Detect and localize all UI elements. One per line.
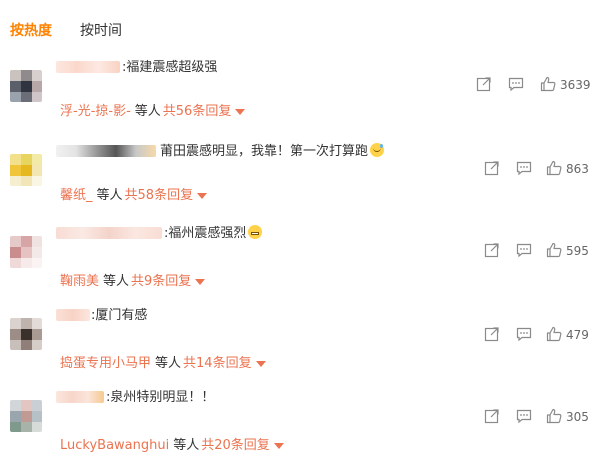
commenter-name-blurred[interactable] [56, 61, 120, 73]
tab-sort-by-hot[interactable]: 按热度 [10, 20, 52, 40]
avatar[interactable] [10, 70, 42, 102]
comment-text: :福州震感强烈 [164, 222, 263, 241]
comment-icon[interactable] [516, 408, 534, 426]
commenter-name-blurred[interactable] [56, 309, 90, 321]
comment-text: :福建震感超级强 [122, 60, 218, 75]
share-icon[interactable] [484, 242, 502, 260]
comment-icon[interactable] [516, 326, 534, 344]
tab-sort-by-time[interactable]: 按时间 [80, 20, 122, 40]
comment-icon[interactable] [508, 76, 526, 94]
comment-item: :福建震感超级强 浮-光-掠-影- 等人 共56条回复 3639 [0, 58, 600, 138]
reply-count-link[interactable]: 共20条回复 [201, 438, 270, 453]
reply-count-link[interactable]: 共9条回复 [131, 274, 191, 289]
reply-summary: 捣蛋专用小马甲 等人 共14条回复 [60, 352, 266, 371]
chevron-down-icon[interactable] [255, 360, 266, 367]
reply-summary: LuckyBawanghui 等人 共20条回复 [60, 434, 284, 453]
reply-user-link[interactable]: 浮-光-掠-影- [60, 104, 131, 119]
comment-text-content: :福州震感强烈 [164, 226, 247, 241]
reply-summary: 浮-光-掠-影- 等人 共56条回复 [60, 100, 246, 119]
reply-separator: 等人 [173, 438, 200, 453]
thumbs-up-icon[interactable] [546, 408, 564, 426]
thumbs-up-icon[interactable] [546, 242, 564, 260]
commenter-name-blurred[interactable] [56, 391, 104, 403]
chevron-down-icon[interactable] [197, 192, 208, 199]
like-count: 479 [566, 328, 589, 342]
avatar[interactable] [10, 154, 42, 186]
thumbs-up-icon[interactable] [540, 76, 558, 94]
reply-separator: 等人 [103, 274, 130, 289]
share-icon[interactable] [484, 326, 502, 344]
comment-text: :泉州特别明显！！ [106, 390, 215, 405]
reply-separator: 等人 [134, 104, 161, 119]
reply-summary: 馨纸_ 等人 共58条回复 [60, 184, 208, 203]
reply-count-link[interactable]: 共14条回复 [183, 356, 252, 371]
like-count: 305 [566, 410, 589, 424]
commenter-name-blurred[interactable] [56, 227, 162, 239]
share-icon[interactable] [484, 408, 502, 426]
comment-text-content: 莆田震感明显，我靠！第一次打算跑 [160, 144, 369, 159]
chevron-down-icon[interactable] [195, 278, 206, 285]
reply-count-link[interactable]: 共58条回复 [125, 188, 194, 203]
comment-icon[interactable] [516, 242, 534, 260]
sweat-face-icon [370, 143, 385, 157]
comment-text: 莆田震感明显，我靠！第一次打算跑 [160, 140, 385, 159]
avatar[interactable] [10, 318, 42, 350]
comment-item: 莆田震感明显，我靠！第一次打算跑 馨纸_ 等人 共58条回复 863 [0, 142, 600, 222]
reply-user-link[interactable]: 馨纸_ [60, 188, 93, 203]
reply-user-link[interactable]: 捣蛋专用小马甲 [60, 356, 151, 371]
like-count: 3639 [560, 78, 591, 92]
share-icon[interactable] [476, 76, 494, 94]
commenter-name-blurred[interactable] [56, 145, 156, 157]
avatar[interactable] [10, 400, 42, 432]
avatar[interactable] [10, 236, 42, 268]
comment-item: :厦门有感 捣蛋专用小马甲 等人 共14条回复 479 [0, 306, 600, 386]
chevron-down-icon[interactable] [235, 108, 246, 115]
thumbs-up-icon[interactable] [546, 326, 564, 344]
like-count: 863 [566, 162, 589, 176]
comment-item: :泉州特别明显！！ LuckyBawanghui 等人 共20条回复 305 [0, 388, 600, 468]
thumbs-up-icon[interactable] [546, 160, 564, 178]
reply-summary: 鞠雨美 等人 共9条回复 [60, 270, 206, 289]
reply-separator: 等人 [155, 356, 182, 371]
reply-user-link[interactable]: LuckyBawanghui [60, 438, 169, 453]
like-count: 595 [566, 244, 589, 258]
reply-separator: 等人 [96, 188, 123, 203]
comment-text: :厦门有感 [91, 308, 148, 323]
grimace-face-icon [248, 225, 263, 239]
reply-count-link[interactable]: 共56条回复 [163, 104, 232, 119]
reply-user-link[interactable]: 鞠雨美 [60, 274, 99, 289]
share-icon[interactable] [484, 160, 502, 178]
comment-icon[interactable] [516, 160, 534, 178]
comment-item: :福州震感强烈 鞠雨美 等人 共9条回复 595 [0, 224, 600, 304]
chevron-down-icon[interactable] [273, 442, 284, 449]
